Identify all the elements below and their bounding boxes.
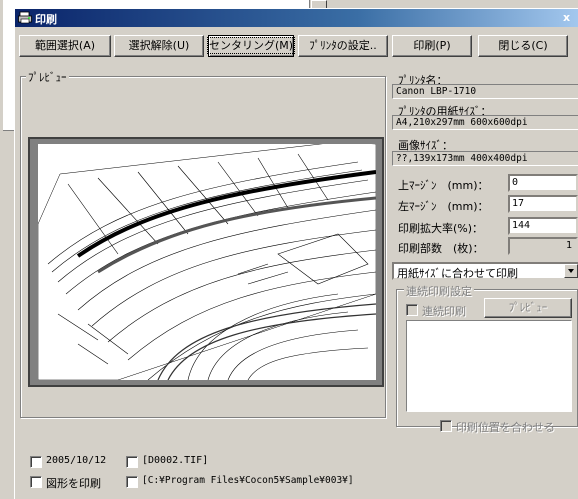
date-checkbox[interactable] [30, 456, 42, 468]
deselect-label: 選択解除(U) [128, 39, 190, 52]
continuous-preview-label: ﾌﾟﾚﾋﾞｭｰ [508, 301, 548, 314]
align-position-label: 印刷位置を合わせる [456, 421, 555, 434]
preview-group-label: ﾌﾟﾚﾋﾞｭｰ [26, 69, 69, 85]
dialog-title: 印刷 [35, 13, 57, 26]
print-shapes-checkbox[interactable] [30, 476, 42, 488]
preview-page [37, 141, 377, 381]
close-window-icon[interactable]: x [563, 11, 570, 24]
image-size-value: ??,139x173mm 400x400dpi [392, 151, 578, 166]
close-button[interactable]: 閉じる(C) [478, 35, 568, 57]
left-margin-label: 左ﾏｰｼﾞﾝ (mm)： [398, 200, 489, 213]
fit-mode-value: 用紙ｻｲｽﾞに合わせて印刷 [397, 267, 518, 280]
filename-label: [D0002.TIF] [142, 455, 209, 466]
left-margin-input[interactable]: 17 [508, 195, 578, 213]
print-shapes-label: 図形を印刷 [46, 477, 101, 490]
deselect-button[interactable]: 選択解除(U) [114, 35, 204, 57]
top-margin-label: 上ﾏｰｼﾞﾝ (mm)： [398, 179, 489, 192]
print-button[interactable]: 印刷(P) [392, 35, 472, 57]
printer-icon [18, 11, 32, 24]
title-bar[interactable]: 印刷 x [15, 9, 578, 27]
copies-input[interactable]: 1 [508, 237, 578, 255]
align-position-checkbox[interactable] [440, 420, 452, 432]
path-checkbox[interactable] [126, 476, 138, 488]
dropdown-button[interactable] [564, 264, 578, 278]
continuous-print-label: 連続印刷 [422, 305, 466, 318]
select-range-button[interactable]: 範囲選択(A) [19, 35, 111, 57]
path-label: [C:¥Program Files¥Cocon5¥Sample¥003¥] [142, 475, 354, 486]
printer-settings-button[interactable]: ﾌﾟﾘﾝﾀの設定.. [298, 35, 388, 57]
scale-input[interactable]: 144 [508, 217, 578, 235]
drawing-preview-image [37, 141, 377, 381]
continuous-print-checkbox[interactable] [406, 304, 418, 316]
continuous-preview-button[interactable]: ﾌﾟﾚﾋﾞｭｰ [484, 298, 572, 318]
centering-button[interactable]: センタリング(M) [206, 35, 296, 57]
centering-label: センタリング(M) [206, 37, 296, 54]
continuous-file-list[interactable] [406, 320, 572, 412]
copies-label: 印刷部数 (枚)： [398, 242, 484, 255]
printer-name-value: Canon LBP-1710 [392, 84, 578, 99]
printer-settings-label: ﾌﾟﾘﾝﾀの設定.. [309, 39, 377, 52]
print-label: 印刷(P) [413, 39, 451, 52]
continuous-print-group-label: 連続印刷設定 [404, 283, 474, 299]
date-label: 2005/10/12 [46, 455, 107, 466]
close-label: 閉じる(C) [498, 39, 548, 52]
scale-label: 印刷拡大率(%)： [398, 222, 484, 235]
printer-paper-value: A4,210x297mm 600x600dpi [392, 115, 578, 130]
fit-mode-select[interactable]: 用紙ｻｲｽﾞに合わせて印刷 [392, 262, 578, 280]
chevron-down-icon [568, 269, 574, 273]
top-margin-input[interactable]: 0 [508, 174, 578, 192]
select-range-label: 範囲選択(A) [34, 39, 96, 52]
filename-checkbox[interactable] [126, 456, 138, 468]
